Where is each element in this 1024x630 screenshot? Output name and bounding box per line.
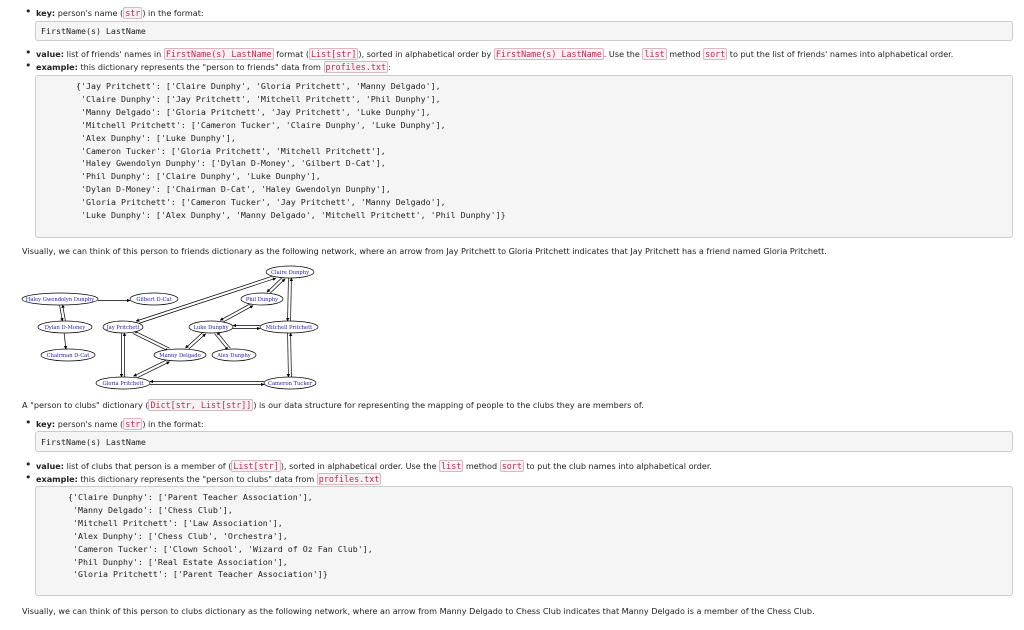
graph-edge-mitchell-to-cameron — [286, 333, 291, 378]
key-label: key: — [36, 419, 56, 429]
graph-node-cameron: Cameron Tucker — [263, 376, 317, 390]
code-list: list — [439, 460, 464, 472]
graph-node-alex: Alex Dunphy — [211, 348, 257, 362]
code-line: 'Gloria Pritchett': ['Parent Teacher Ass… — [68, 569, 328, 580]
code-line: 'Manny Delgado': ['Chess Club'], — [68, 504, 233, 515]
graph-node-label: Cameron Tucker — [268, 381, 313, 387]
graph-node-label: Alex Dunphy — [216, 353, 251, 359]
clubs-network-caption: Visually, we can think of this person to… — [22, 606, 815, 616]
graph-node-claire: Claire Dunphy — [265, 265, 315, 279]
graph-node-jay: Jay Pritchett — [102, 320, 144, 334]
graph-edge-phil-to-luke — [219, 302, 252, 321]
graph-edge-alex-to-luke — [216, 331, 231, 349]
code-dict-type: Dict[str, List[str]] — [148, 399, 254, 411]
graph-node-manny: Manny Delgado — [153, 348, 207, 362]
example-label: example: — [36, 474, 78, 484]
code-line: {'Claire Dunphy': ['Parent Teacher Assoc… — [68, 492, 313, 502]
graph-edge-mitchell-to-claire — [289, 277, 294, 322]
graph-node-label: Dylan D-Money — [45, 325, 86, 331]
graph-node-gilbert: Gilbert D-Cat — [129, 292, 179, 306]
value-text: list of clubs that person is a member of… — [64, 461, 232, 471]
graph-edge-gloria-to-manny — [134, 361, 170, 380]
graph-edge-claire-to-phil — [266, 276, 284, 293]
code-list-str: List[str] — [231, 460, 281, 472]
value-bullet: • value: list of clubs that person is a m… — [25, 459, 712, 472]
value-label: value: — [36, 461, 65, 471]
key-format-box: FirstName(s) LastName — [35, 431, 1013, 452]
graph-edge-dylan-to-haley — [61, 304, 66, 321]
graph-node-label: Jay Pritchett — [106, 325, 141, 331]
bullet-dot: • — [25, 458, 32, 471]
graph-edge-luke-to-alex — [214, 333, 229, 351]
key-text-end: ) in the format: — [142, 419, 204, 429]
graph-edge-luke-to-manny — [185, 331, 204, 349]
graph-node-label: Manny Delgado — [159, 353, 200, 359]
value-text: method — [463, 461, 500, 471]
example-bullet: • example: this dictionary represents the… — [25, 472, 382, 485]
graph-edge-luke-to-phil — [221, 305, 254, 324]
graph-node-label: Gloria Pritchett — [102, 381, 144, 387]
code-line: 'Cameron Tucker': ['Clown School', 'Wiza… — [68, 543, 373, 554]
graph-node-label: Gilbert D-Cat — [136, 297, 172, 303]
graph-edge-manny-to-luke — [187, 333, 206, 351]
graph-edge-haley-to-dylan — [59, 305, 64, 322]
code-str: str — [123, 418, 143, 430]
graph-edge-manny-to-gloria — [133, 358, 169, 377]
value-text: to put the club names into alphabetical … — [523, 461, 712, 471]
graph-edge-cameron-to-mitchell — [288, 332, 293, 377]
graph-node-label: Claire Dunphy — [271, 270, 309, 276]
graph-edge-phil-to-claire — [268, 278, 286, 295]
clubs-intro-text: A "person to clubs" dictionary ( — [22, 400, 149, 410]
bullet-dot: • — [25, 416, 32, 429]
code-line: 'Mitchell Pritchett': ['Law Association'… — [68, 517, 283, 528]
graph-edge-claire-to-mitchell — [285, 277, 290, 322]
clubs-intro: A "person to clubs" dictionary (Dict[str… — [22, 399, 644, 411]
graph-node-gloria: Gloria Pritchett — [95, 376, 151, 390]
graph-edge-dylan-to-chairman — [63, 333, 68, 350]
graph-edge-manny-to-jay — [133, 330, 170, 349]
key-bullet: • key: person's name (str) in the format: — [25, 417, 204, 430]
graph-node-luke: Luke Dunphy — [188, 320, 234, 334]
graph-node-mitchell: Mitchell Pritchett — [259, 320, 319, 334]
graph-node-label: Haley Gwendolyn Dunphy — [26, 297, 94, 303]
graph-node-chairman: Chairman D-Cat — [40, 348, 96, 362]
clubs-code-block: {'Claire Dunphy': ['Parent Teacher Assoc… — [35, 486, 1013, 596]
clubs-intro-text: ) is our data structure for representing… — [253, 400, 644, 410]
graph-node-haley: Haley Gwendolyn Dunphy — [21, 292, 99, 306]
bullet-dot: • — [25, 471, 32, 484]
graph-node-label: Chairman D-Cat — [47, 353, 91, 359]
value-text: ), sorted in alphabetical order. Use the — [280, 461, 440, 471]
graph-node-label: Luke Dunphy — [193, 325, 228, 331]
graph-node-label: Phil Dunphy — [246, 297, 278, 303]
graph-node-dylan: Dylan D-Money — [37, 320, 93, 334]
graph-node-phil: Phil Dunphy — [240, 292, 284, 306]
example-text: this dictionary represents the "person t… — [77, 474, 317, 484]
key-text: person's name ( — [55, 419, 124, 429]
code-profiles: profiles.txt — [316, 473, 382, 485]
code-sort: sort — [499, 460, 524, 472]
code-line: 'Phil Dunphy': ['Real Estate Association… — [68, 556, 288, 567]
key-format: FirstName(s) LastName — [41, 437, 146, 447]
code-line: 'Alex Dunphy': ['Chess Club', 'Orchestra… — [68, 530, 288, 541]
graph-node-label: Mitchell Pritchett — [266, 325, 313, 331]
graph-edge-jay-to-manny — [132, 333, 169, 352]
